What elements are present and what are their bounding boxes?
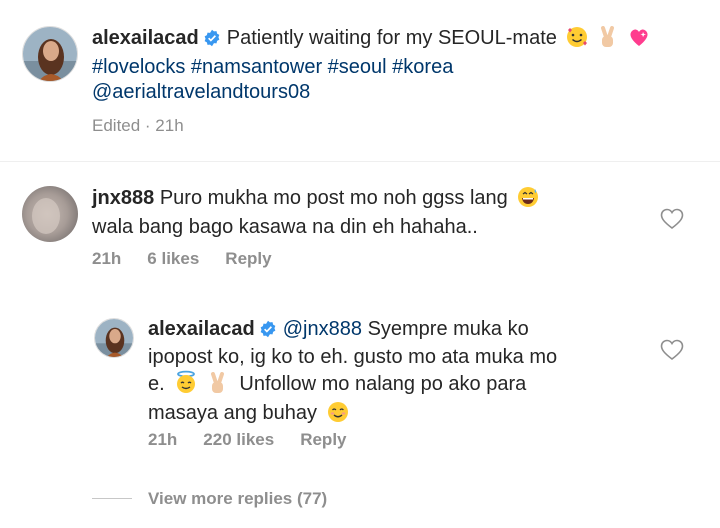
caption-text: alexailacad Patiently waiting for my SEOU… <box>92 26 712 105</box>
caption-mention[interactable]: @aerialtravelandtours08 <box>92 81 310 103</box>
sparkling-heart-emoji-icon <box>628 26 650 55</box>
smiling-face-hearts-emoji-icon <box>566 26 588 55</box>
reply-likes[interactable]: 220 likes <box>203 430 274 449</box>
victory-hand-emoji-icon <box>598 26 618 55</box>
caption-username[interactable]: alexailacad <box>92 27 199 49</box>
reply-line-1: Syempre muka ko <box>367 318 529 340</box>
heart-outline-icon[interactable] <box>660 339 684 366</box>
reply-line-4: masaya ang buhay <box>148 402 318 424</box>
divider <box>0 161 720 162</box>
verified-badge-icon <box>259 320 277 345</box>
comment-time: 21h <box>92 249 122 268</box>
comment-reply-button[interactable]: Reply <box>225 249 271 268</box>
victory-hand-emoji-icon <box>208 372 228 401</box>
reply-avatar[interactable] <box>94 318 134 358</box>
comment-line-1: Puro mukha mo post mo noh ggss lang <box>159 187 508 209</box>
heart-outline-icon[interactable] <box>660 208 684 235</box>
comment-likes[interactable]: 6 likes <box>147 249 199 268</box>
comment-avatar[interactable] <box>22 186 78 242</box>
reply-reply-button[interactable]: Reply <box>300 430 346 449</box>
reply-line-3a: e. <box>148 373 165 395</box>
caption-hashtags[interactable]: #lovelocks #namsantower #seoul #korea <box>92 56 453 78</box>
comment-line-2: wala bang bago kasawa na din eh hahaha.. <box>92 216 478 238</box>
view-more-replies-button[interactable]: View more replies (77) <box>148 489 327 509</box>
comment-username[interactable]: jnx888 <box>92 187 154 209</box>
comment-text: jnx888 Puro mukha mo post mo noh ggss la… <box>92 186 652 240</box>
caption-avatar[interactable] <box>22 26 78 82</box>
reply-time: 21h <box>148 430 178 449</box>
comment-meta: 21h 6 likes Reply <box>92 249 298 269</box>
reply-text: alexailacad @jnx888 Syempre muka ko ipopo… <box>148 317 648 430</box>
reply-meta: 21h 220 likes Reply <box>148 430 373 450</box>
grinning-sweat-emoji-icon <box>517 186 539 215</box>
reply-username[interactable]: alexailacad <box>148 318 255 340</box>
caption-body: Patiently waiting for my SEOUL-mate <box>226 27 557 49</box>
smiling-face-emoji-icon <box>327 401 349 430</box>
caption-edited-timestamp: Edited · 21h <box>92 116 184 135</box>
verified-badge-icon <box>203 29 221 54</box>
halo-smile-emoji-icon <box>174 370 198 401</box>
reply-mention[interactable]: @jnx888 <box>283 318 362 340</box>
reply-line-3b: Unfollow mo nalang po ako para <box>239 373 527 395</box>
reply-line-2: ipopost ko, ig ko to eh. gusto mo ata mu… <box>148 346 558 368</box>
view-more-line <box>92 498 132 499</box>
